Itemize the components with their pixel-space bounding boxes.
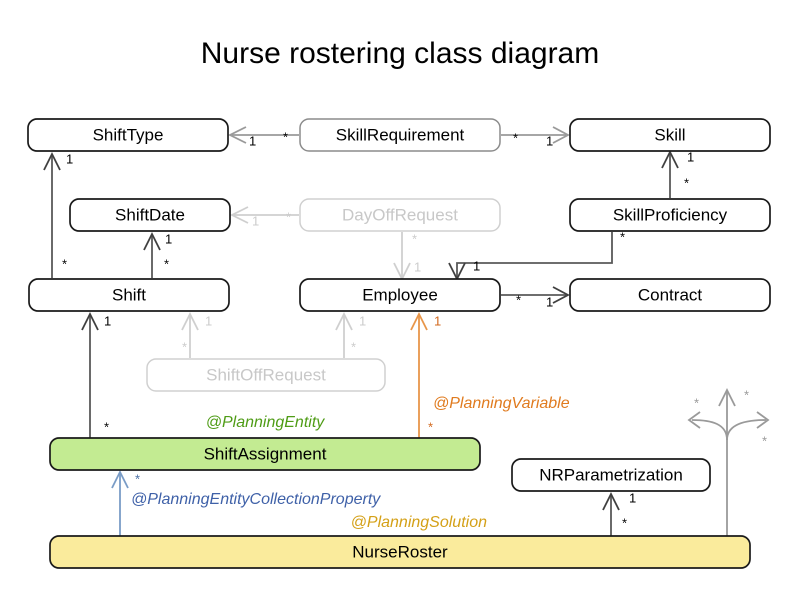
- page-title: Nurse rostering class diagram: [201, 37, 599, 70]
- class-box-skillrequirement[interactable]: SkillRequirement: [299, 118, 501, 152]
- mult-employee-shiftoffrequest: 1: [359, 313, 366, 328]
- class-box-contract[interactable]: Contract: [569, 278, 771, 312]
- class-box-employee[interactable]: Employee: [299, 278, 501, 312]
- edge-nurseroster-nrparametrization: [602, 491, 620, 536]
- mult-nurseroster-shiftassign: *: [135, 471, 140, 486]
- class-box-nrparametrization[interactable]: NRParametrization: [511, 458, 711, 492]
- mult-employee-shiftassignment: 1: [434, 313, 441, 328]
- edge-employee-contract: [501, 286, 570, 304]
- edge-skillrequirement-skill: [501, 126, 570, 144]
- mult-shiftoffreq-employee: *: [351, 339, 356, 354]
- class-box-shiftdate[interactable]: ShiftDate: [69, 198, 231, 232]
- mult-skillprof-skill: *: [684, 175, 689, 190]
- mult-shiftassignment-employee: *: [428, 419, 433, 434]
- mult-contract-employee: 1: [546, 294, 553, 309]
- mult-employee-dayoff: 1: [414, 259, 421, 274]
- edge-shiftassignment-shift: [81, 311, 99, 438]
- class-box-skillproficiency[interactable]: SkillProficiency: [569, 198, 771, 232]
- class-label-shiftoffrequest: ShiftOffRequest: [206, 365, 326, 384]
- class-label-shifttype: ShiftType: [93, 125, 164, 144]
- class-box-shift[interactable]: Shift: [28, 278, 230, 312]
- edge-skillrequirement-shifttype: [227, 126, 299, 144]
- class-label-nrparametrization: NRParametrization: [539, 465, 683, 484]
- edge-nurseroster-shiftassignment: [111, 469, 129, 536]
- class-label-shift: Shift: [112, 285, 146, 304]
- class-label-dayoffrequest: DayOffRequest: [342, 205, 458, 224]
- mult-fork-left: *: [694, 395, 699, 410]
- mult-nrparam-nurseroster: 1: [629, 490, 636, 505]
- class-label-skillrequirement: SkillRequirement: [336, 125, 465, 144]
- class-box-nurseroster[interactable]: NurseRoster: [49, 535, 751, 569]
- mult-shiftoffreq-shift: *: [182, 339, 187, 354]
- edge-shiftoffrequest-employee: [335, 311, 353, 358]
- mult-shifttype-skillreq: 1: [249, 133, 256, 148]
- edge-dayoffrequest-employee: [393, 232, 411, 282]
- annotation-planning-variable: @PlanningVariable: [433, 395, 570, 412]
- class-label-skill: Skill: [654, 125, 685, 144]
- annotation-planning-entity-collection-property: @PlanningEntityCollectionProperty: [131, 491, 381, 508]
- class-label-skillproficiency: SkillProficiency: [613, 205, 728, 224]
- annotation-planning-solution: @PlanningSolution: [351, 514, 487, 531]
- mult-shiftdate-shift: 1: [165, 231, 172, 246]
- mult-fork-right: *: [762, 433, 767, 448]
- class-label-nurseroster: NurseRoster: [352, 542, 448, 561]
- class-box-shiftoffrequest[interactable]: ShiftOffRequest: [146, 358, 386, 392]
- class-diagram: Nurse rostering class diagram ShiftType …: [0, 0, 800, 600]
- mult-fork-up: *: [744, 387, 749, 402]
- mult-employee-contract: *: [516, 292, 521, 307]
- mult-shift-shiftdate: *: [164, 256, 169, 271]
- mult-dayoff-employee: *: [412, 231, 417, 246]
- annotation-planning-entity: @PlanningEntity: [206, 414, 326, 431]
- mult-skill-skillreq: 1: [546, 133, 553, 148]
- mult-skillreq-shifttype: *: [283, 129, 288, 144]
- class-box-shifttype[interactable]: ShiftType: [27, 118, 229, 152]
- mult-shift-shiftoffrequest: 1: [205, 313, 212, 328]
- mult-shift-shifttype: *: [62, 256, 67, 271]
- edge-shift-shifttype: [43, 151, 61, 278]
- mult-skill-skillprof: 1: [687, 149, 694, 164]
- mult-shiftassignment-shift: *: [104, 419, 109, 434]
- mult-skillprof-employee: *: [620, 229, 625, 244]
- diagram-canvas: Nurse rostering class diagram ShiftType …: [27, 37, 771, 569]
- class-label-shiftdate: ShiftDate: [115, 205, 185, 224]
- class-box-shiftassignment[interactable]: ShiftAssignment: [49, 437, 481, 471]
- mult-skillreq-skill: *: [513, 130, 518, 145]
- mult-shiftdate-dayoff: 1: [252, 213, 259, 228]
- mult-shifttype-shift: 1: [66, 151, 73, 166]
- mult-employee-skillprof: 1: [473, 258, 480, 273]
- edge-shift-shiftdate: [143, 231, 161, 278]
- class-label-shiftassignment: ShiftAssignment: [204, 444, 327, 463]
- edge-shiftassignment-employee: [410, 311, 428, 438]
- mult-nurseroster-nrparam: *: [622, 515, 627, 530]
- mult-dayoff-shiftdate: *: [286, 209, 291, 224]
- class-label-employee: Employee: [362, 285, 438, 304]
- class-box-skill[interactable]: Skill: [569, 118, 771, 152]
- edge-skillproficiency-skill: [661, 149, 679, 198]
- mult-shift-shiftassignment: 1: [104, 313, 111, 328]
- class-box-dayoffrequest[interactable]: DayOffRequest: [299, 198, 501, 232]
- class-label-contract: Contract: [638, 285, 703, 304]
